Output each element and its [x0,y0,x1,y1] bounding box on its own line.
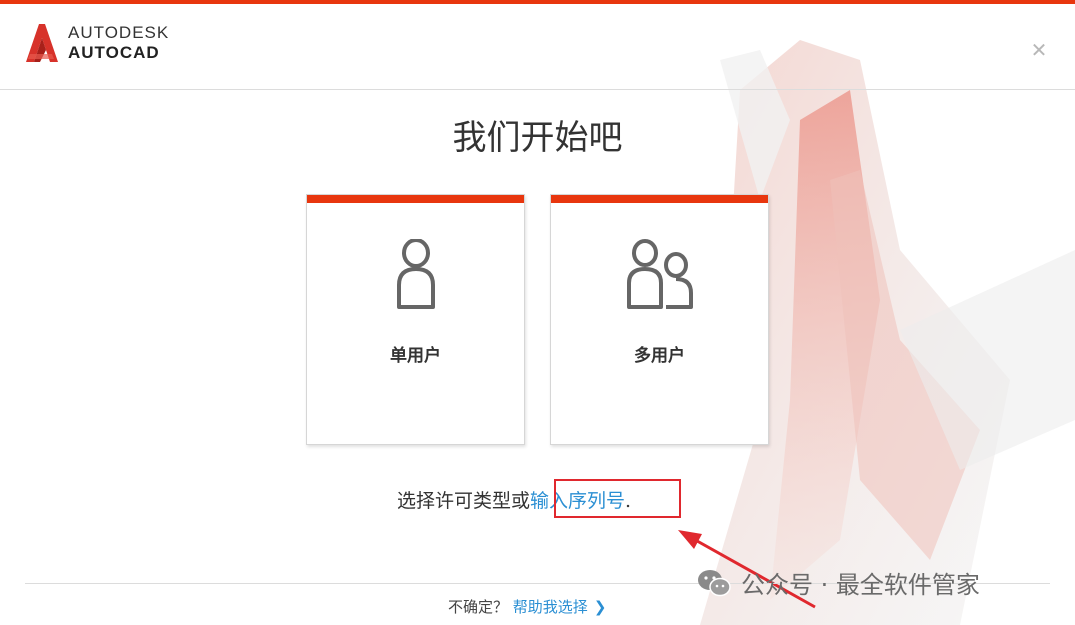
multi-user-card[interactable]: 多用户 [550,194,769,445]
page-title: 我们开始吧 [452,118,623,158]
watermark: 公众号 · 最全软件管家 [697,565,980,600]
footer-help: 不确定？ 帮助我选择 ❯ [448,596,606,617]
multi-user-icon [626,239,693,309]
background-art [700,40,1075,625]
single-user-icon [396,239,435,309]
multi-user-label: 多用户 [634,346,685,366]
serial-link-highlight [554,479,681,518]
card-accent-bar [551,195,768,203]
chevron-right-icon[interactable]: ❯ [594,598,607,616]
brand-autocad: AUTOCAD [68,43,160,62]
watermark-text: 公众号 · 最全软件管家 [741,571,980,599]
single-user-card[interactable]: 单用户 [306,194,525,445]
header-divider [0,89,1075,90]
autocad-logo-icon [26,24,58,62]
top-accent-bar [0,0,1075,4]
prompt-text: 选择许可类型或 [397,490,531,512]
card-accent-bar [307,195,524,203]
unsure-text: 不确定？ [448,598,509,616]
autodesk-autocad-logo: AUTODESK AUTOCAD [24,23,170,63]
single-user-label: 单用户 [390,346,441,366]
help-me-choose-link[interactable]: 帮助我选择 [513,598,588,616]
wechat-icon [698,569,731,596]
brand-autodesk: AUTODESK [68,23,170,42]
close-button[interactable]: ✕ [1029,40,1049,60]
